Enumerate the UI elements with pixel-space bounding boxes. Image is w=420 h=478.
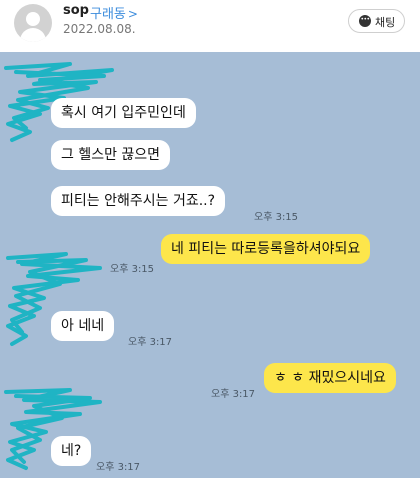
- post-date: 2022.08.08.: [63, 22, 136, 36]
- message-timestamp: 오후 3:17: [96, 462, 141, 473]
- message-timestamp: 오후 3:17: [211, 389, 256, 400]
- message-bubble-incoming: 혹시 여기 입주민인데: [51, 98, 196, 128]
- message-bubble-incoming: 네?: [51, 436, 92, 466]
- listing-header: sop 구래동 > 2022.08.08. ••• 채팅: [0, 0, 420, 52]
- message-bubble-outgoing: 네 피티는 따로등록을하셔야되요: [161, 234, 371, 264]
- chevron-right-icon: >: [127, 7, 138, 21]
- message-bubble-incoming: 피티는 안해주시는 거죠..?: [51, 186, 226, 216]
- message-timestamp: 오후 3:15: [254, 212, 299, 223]
- message-bubble-outgoing: ㅎ ㅎ 재밌으시네요: [264, 363, 396, 393]
- avatar-head: [26, 12, 40, 26]
- message-timestamp: 오후 3:17: [128, 337, 173, 348]
- location-label: 구래동: [90, 7, 126, 22]
- message-bubble-incoming: 그 헬스만 끊으면: [51, 140, 171, 170]
- message-timestamp: 오후 3:15: [110, 264, 155, 275]
- message-bubble-incoming: 아 네네: [51, 311, 115, 341]
- chat-button-label: 채팅: [375, 16, 396, 29]
- chat-bubble-icon: •••: [359, 15, 371, 27]
- chat-button[interactable]: ••• 채팅: [348, 9, 405, 33]
- chat-screen: 혹시 여기 입주민인데 그 헬스만 끊으면 피티는 안해주시는 거죠..? 오후…: [0, 52, 420, 478]
- location-link[interactable]: 구래동 >: [90, 3, 138, 22]
- username[interactable]: sop: [63, 3, 89, 18]
- avatar-shoulders: [20, 28, 46, 42]
- avatar[interactable]: [14, 4, 52, 42]
